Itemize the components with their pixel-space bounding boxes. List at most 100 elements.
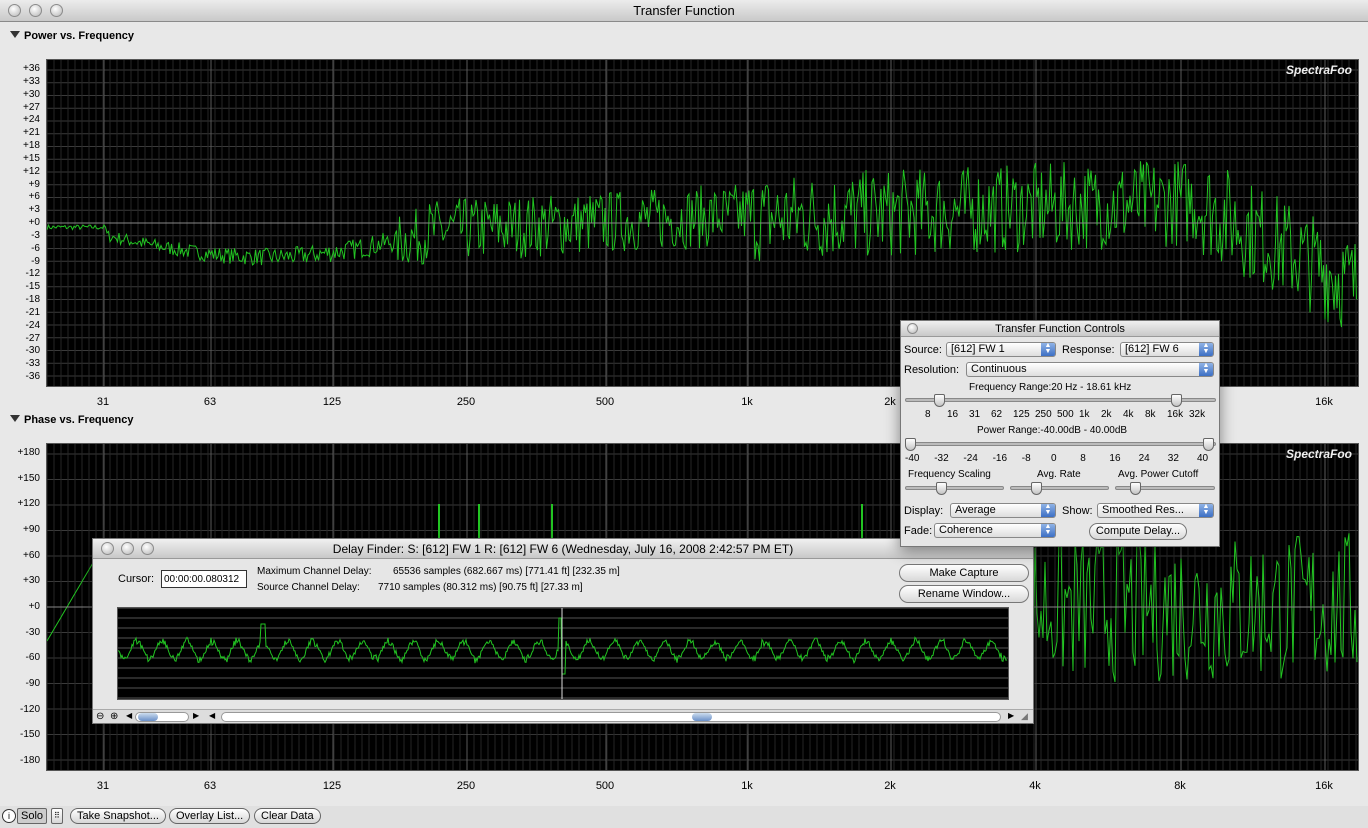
zoom-out-icon[interactable]: ⊖ [96,711,104,722]
avg-power-cutoff-slider[interactable] [1115,482,1215,495]
x-tick-label: 2k [884,780,896,792]
horizontal-scroll-thumb[interactable] [692,713,712,721]
x-tick-label: 1k [741,780,753,792]
y-tick-label: -9 [31,255,40,267]
frequency-low-thumb[interactable] [934,394,945,407]
zoom-button[interactable] [50,4,63,17]
y-tick-label: -150 [19,729,40,741]
zoom-scrollbar[interactable] [135,712,189,722]
scroll-left-arrow-icon[interactable]: ◀ [126,711,132,720]
overlay-list-button[interactable]: Overlay List... [169,808,251,824]
cursor-field[interactable] [161,570,247,588]
power-high-thumb[interactable] [1203,438,1214,451]
spectrafoo-logo: SpectraFoo [1285,447,1352,461]
delay-finder-window[interactable]: Delay Finder: S: [612] FW 1 R: [612] FW … [92,538,1034,724]
resize-grip-icon[interactable]: ◢ [1021,711,1028,722]
slider-tick-label: 40 [1197,453,1209,464]
scroll-right-arrow-icon[interactable]: ▶ [1008,711,1014,720]
source-delay-label: Source Channel Delay: [257,582,360,593]
display-popup[interactable]: Average ▲ ▼ [950,503,1056,518]
grid-toggle-icon[interactable]: ⠿ [51,808,63,824]
horizontal-scrollbar[interactable] [221,712,1001,722]
window-title: Transfer Function [633,3,735,18]
disclosure-triangle-icon[interactable] [10,31,20,38]
slider-tick-label: 1k [1079,409,1090,420]
x-tick-label: 250 [456,396,476,408]
y-tick-label: -15 [25,281,40,293]
y-tick-label: +0 [28,601,40,612]
show-popup[interactable]: Smoothed Res... ▲ ▼ [1097,503,1214,518]
resolution-label: Resolution: [904,364,960,376]
avg-rate-thumb[interactable] [1031,482,1042,495]
slider-tick-label: 4k [1123,409,1134,420]
power-range-slider[interactable] [905,438,1216,451]
frequency-scaling-slider[interactable] [905,482,1004,495]
response-value: [612] FW 6 [1125,343,1179,355]
take-snapshot-button[interactable]: Take Snapshot... [70,808,166,824]
popup-arrows-icon: ▲ ▼ [1041,504,1055,517]
title-bar: Transfer Function [0,0,1368,22]
y-tick-label: +12 [23,165,40,177]
slider-tick-label: 32k [1189,409,1206,420]
slider-tick-label: 62 [991,409,1003,420]
solo-button[interactable]: Solo [17,808,48,824]
y-tick-label: +3 [28,204,40,216]
delay-scroll-area: ⊖ ⊕ ◀ ▶ ◀ ▶ ◢ [93,709,1033,723]
fade-popup[interactable]: Coherence ▲ ▼ [934,523,1056,538]
zoom-in-icon[interactable]: ⊕ [110,711,118,722]
y-tick-label: +60 [23,549,40,561]
delay-waveform[interactable] [117,607,1009,700]
resolution-popup[interactable]: Continuous ▲ ▼ [966,362,1214,377]
phase-section-label: Phase vs. Frequency [24,414,134,426]
disclosure-triangle-icon[interactable] [10,415,20,422]
y-tick-label: -18 [25,294,40,305]
bottom-toolbar: i Solo ⠿ Take Snapshot... Overlay List..… [0,806,1368,828]
response-popup[interactable]: [612] FW 6 ▲ ▼ [1120,342,1214,357]
zoom-scroll-thumb[interactable] [138,713,158,721]
avg-rate-slider[interactable] [1010,482,1109,495]
y-tick-label: +33 [23,75,40,87]
close-button[interactable] [101,542,114,555]
clear-data-button[interactable]: Clear Data [254,808,321,824]
make-capture-button[interactable]: Make Capture [899,564,1029,582]
frequency-high-thumb[interactable] [1171,394,1182,407]
info-icon[interactable]: i [2,809,16,823]
y-tick-label: +15 [23,152,40,164]
controls-title: Transfer Function Controls [995,323,1125,335]
scroll-right-arrow-icon[interactable]: ▶ [193,711,199,720]
transfer-function-controls-window[interactable]: Transfer Function Controls Source: [612]… [900,320,1220,547]
scroll-left-arrow-icon[interactable]: ◀ [209,711,215,720]
y-tick-label: +24 [23,114,40,126]
controls-titlebar[interactable]: Transfer Function Controls [901,321,1219,337]
avg-power-cutoff-thumb[interactable] [1130,482,1141,495]
fade-label: Fade: [904,525,933,537]
max-delay-label: Maximum Channel Delay: [257,566,372,577]
minimize-button[interactable] [121,542,134,555]
display-label: Display: [904,505,944,517]
frequency-scaling-thumb[interactable] [936,482,947,495]
y-tick-label: +30 [23,88,40,100]
slider-tick-label: 2k [1101,409,1112,420]
y-tick-label: +18 [23,140,40,151]
minimize-button[interactable] [29,4,42,17]
rename-window-button[interactable]: Rename Window... [899,585,1029,603]
zoom-button[interactable] [141,542,154,555]
source-popup[interactable]: [612] FW 1 ▲ ▼ [946,342,1056,357]
frequency-range-slider[interactable] [905,394,1216,407]
show-label: Show: [1062,505,1093,517]
x-tick-label: 31 [96,780,110,792]
y-tick-label: +30 [23,575,40,587]
delay-finder-titlebar[interactable]: Delay Finder: S: [612] FW 1 R: [612] FW … [93,539,1033,559]
power-low-thumb[interactable] [905,438,916,451]
y-tick-label: -12 [25,268,40,280]
x-tick-label: 63 [203,780,217,792]
power-section-header[interactable]: Power vs. Frequency [10,30,134,42]
y-tick-label: -90 [25,678,40,689]
phase-section-header[interactable]: Phase vs. Frequency [10,414,133,426]
x-tick-label: 125 [322,780,342,792]
close-button[interactable] [8,4,21,17]
max-delay-value: 65536 samples (682.667 ms) [771.41 ft] [… [393,566,620,577]
compute-delay-button[interactable]: Compute Delay... [1089,523,1187,540]
popup-arrows-icon: ▲ ▼ [1041,524,1055,537]
close-button[interactable] [907,323,918,334]
